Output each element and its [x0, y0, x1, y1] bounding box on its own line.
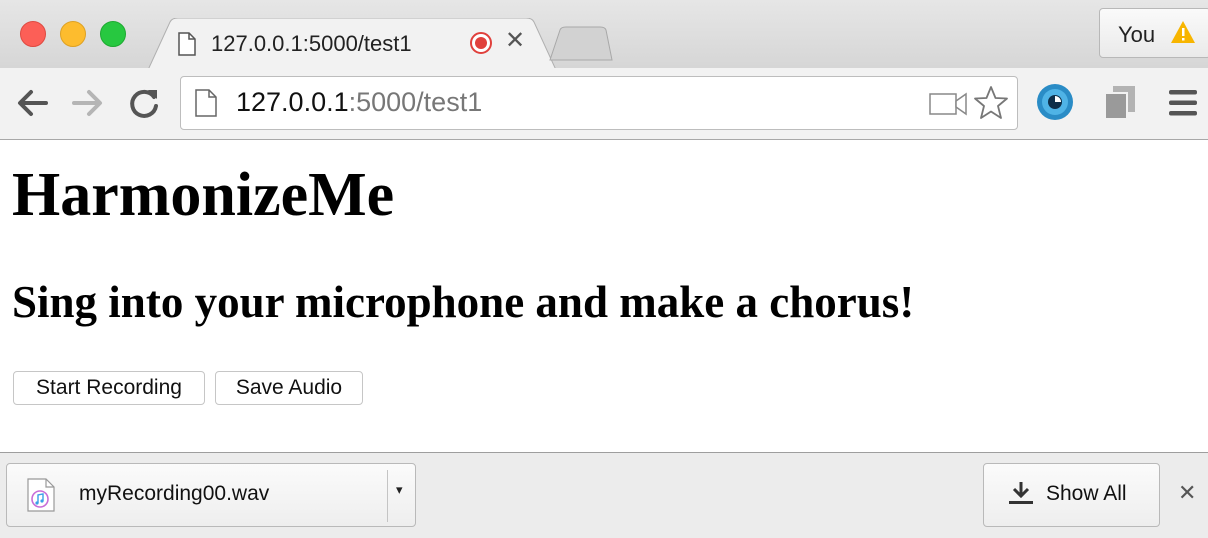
toolbar: 127.0.0.1:5000/test1: [0, 68, 1208, 140]
new-tab-button[interactable]: [548, 26, 614, 62]
star-icon[interactable]: [973, 85, 1009, 126]
download-shelf: myRecording00.wav ▾ Show All ✕: [0, 452, 1208, 538]
zoom-window-button[interactable]: [100, 21, 126, 47]
forward-icon[interactable]: [70, 86, 106, 120]
url-host: 127.0.0.1: [236, 87, 349, 117]
tab-strip: 127.0.0.1:5000/test1 ✕ You: [0, 0, 1208, 70]
show-all-downloads-button[interactable]: Show All: [983, 463, 1160, 527]
tab-close-button[interactable]: ✕: [505, 28, 525, 54]
record-icon: [470, 32, 492, 54]
close-window-button[interactable]: [20, 21, 46, 47]
download-icon: [1008, 480, 1034, 511]
divider: [387, 470, 388, 522]
page-content: HarmonizeMe Sing into your microphone an…: [0, 140, 1208, 452]
close-shelf-button[interactable]: ✕: [1178, 481, 1196, 505]
download-filename: myRecording00.wav: [79, 482, 270, 505]
download-item[interactable]: myRecording00.wav ▾: [6, 463, 416, 527]
save-audio-button[interactable]: Save Audio: [215, 371, 363, 405]
address-bar[interactable]: 127.0.0.1:5000/test1: [180, 76, 1018, 130]
start-recording-button[interactable]: Start Recording: [13, 371, 205, 405]
page-title: HarmonizeMe: [12, 161, 395, 229]
audio-file-icon: [27, 478, 55, 517]
page-subtitle: Sing into your microphone and make a cho…: [12, 277, 915, 327]
download-menu-button[interactable]: ▾: [396, 482, 403, 498]
tab-active[interactable]: 127.0.0.1:5000/test1 ✕: [148, 18, 556, 70]
extension-eye-icon[interactable]: [1035, 82, 1075, 127]
warning-icon: [1170, 20, 1196, 49]
menu-icon[interactable]: [1167, 88, 1199, 123]
tab-title: 127.0.0.1:5000/test1: [211, 31, 412, 56]
url-text: 127.0.0.1:5000/test1: [236, 87, 482, 118]
show-all-label: Show All: [1046, 482, 1127, 505]
profile-name: You: [1118, 22, 1156, 47]
profile-button[interactable]: You: [1099, 8, 1208, 58]
camera-icon[interactable]: [929, 91, 967, 122]
back-icon[interactable]: [14, 86, 50, 120]
reload-icon[interactable]: [127, 86, 161, 120]
extension-copy-icon[interactable]: [1101, 84, 1139, 125]
url-path: :5000/test1: [348, 87, 483, 117]
page-icon: [195, 89, 217, 122]
minimize-window-button[interactable]: [60, 21, 86, 47]
